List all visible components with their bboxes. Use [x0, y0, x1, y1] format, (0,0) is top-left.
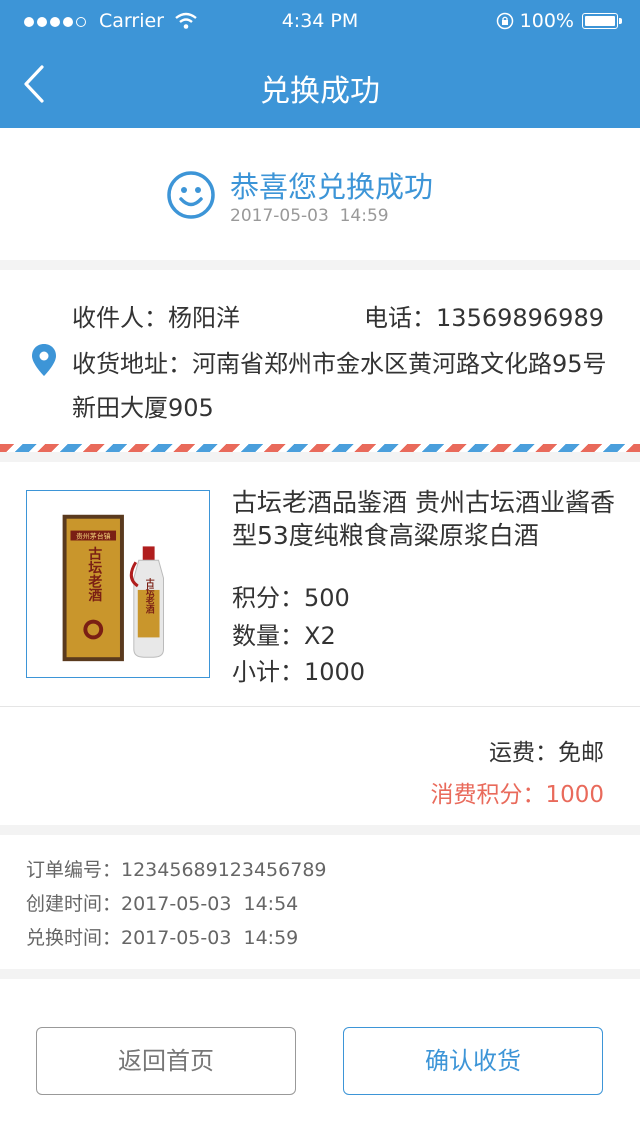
- delivery-address: 收货地址：河南省郑州市金水区黄河路文化路95号新田大厦905: [72, 350, 607, 422]
- receiver-name: 收件人：杨阳洋: [72, 304, 240, 332]
- product-section: 贵州茅台镇 古坛老酒 古坛老酒 古坛老酒品鉴酒 贵州古坛酒业酱香型53度纯粮食高…: [0, 462, 640, 706]
- product-subtotal: 小计：1000: [232, 658, 366, 686]
- box-brand-text: 古坛老酒: [85, 546, 102, 604]
- rotation-lock-icon: [496, 12, 513, 30]
- order-info-section: 订单编号：12345689123456789 创建时间：2017-05-03 1…: [0, 835, 640, 969]
- order-created-time: 创建时间：2017-05-03 14:54: [26, 893, 299, 915]
- totals-section: 运费：免邮 消费积分：1000: [0, 707, 640, 825]
- shipping-fee: 运费：免邮: [489, 740, 604, 766]
- page-title: 兑换成功: [260, 74, 380, 109]
- battery-percent: 100%: [519, 10, 574, 32]
- confirm-receipt-button[interactable]: 确认收货: [343, 1027, 603, 1095]
- product-name[interactable]: 古坛老酒品鉴酒 贵州古坛酒业酱香型53度纯粮食高粱原浆白酒: [232, 486, 617, 552]
- product-quantity: 数量：X2: [232, 622, 336, 650]
- product-image[interactable]: 贵州茅台镇 古坛老酒 古坛老酒: [26, 490, 210, 678]
- smile-icon: [167, 171, 215, 219]
- order-number: 订单编号：12345689123456789: [26, 859, 327, 881]
- address-section: 收件人：杨阳洋 电话：13569896989 收货地址：河南省郑州市金水区黄河路…: [0, 270, 640, 444]
- bottle-label-text: 古坛老酒: [144, 577, 155, 615]
- product-points: 积分：500: [232, 584, 350, 612]
- action-bar: 返回首页 确认收货: [0, 979, 640, 1136]
- location-pin-icon: [32, 344, 56, 376]
- box-banner-text: 贵州茅台镇: [76, 532, 111, 541]
- battery-icon: [582, 13, 622, 29]
- receiver-phone: 电话：13569896989: [364, 304, 604, 332]
- airmail-stripe-divider: [0, 444, 640, 452]
- nav-bar: 兑换成功: [0, 40, 640, 128]
- order-exchanged-time: 兑换时间：2017-05-03 14:59: [26, 927, 299, 949]
- status-right: 100%: [496, 10, 622, 32]
- success-message: 恭喜您兑换成功: [230, 170, 434, 204]
- success-section: 恭喜您兑换成功 2017-05-03 14:59: [0, 128, 640, 260]
- points-spent: 消费积分：1000: [430, 782, 604, 808]
- back-to-home-button[interactable]: 返回首页: [36, 1027, 296, 1095]
- success-time: 2017-05-03 14:59: [230, 206, 389, 226]
- status-bar: Carrier 4:34 PM 100%: [0, 0, 640, 40]
- header: Carrier 4:34 PM 100% 兑换成功: [0, 0, 640, 128]
